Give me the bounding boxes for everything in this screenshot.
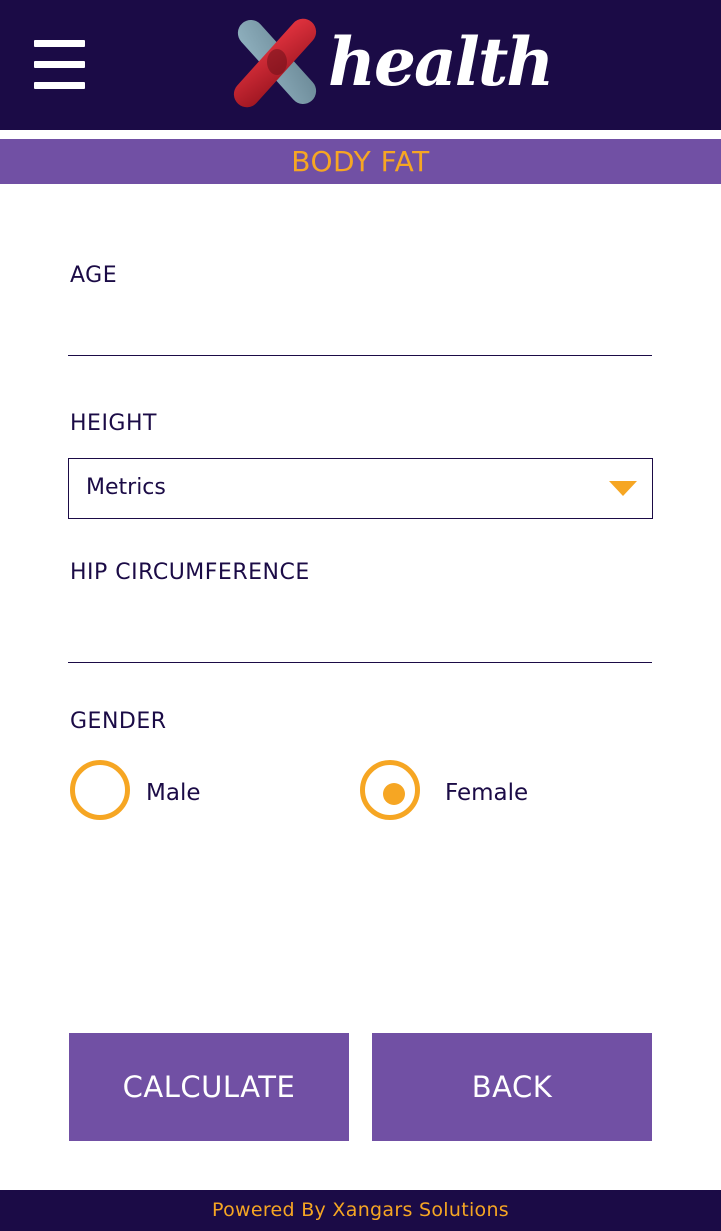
age-input[interactable] — [68, 312, 652, 356]
back-button[interactable]: BACK — [372, 1033, 652, 1141]
calculate-button[interactable]: CALCULATE — [69, 1033, 349, 1141]
gender-option-male[interactable]: Male — [70, 760, 250, 820]
gender-label: GENDER — [70, 709, 167, 734]
hip-circumference-label: HIP CIRCUMFERENCE — [70, 560, 310, 585]
height-label: HEIGHT — [70, 411, 157, 436]
section-title-bar: BODY FAT — [0, 139, 721, 184]
chevron-down-icon — [609, 481, 637, 496]
x-logo-mark-icon — [233, 18, 317, 108]
app-logo: health — [232, 18, 554, 110]
radio-dot-icon — [383, 783, 405, 805]
page-title: BODY FAT — [291, 145, 430, 178]
gender-option-label: Male — [146, 780, 201, 806]
body-fat-screen: health BODY FAT AGE HEIGHT Metrics HIP C… — [0, 0, 721, 1231]
height-unit-select[interactable]: Metrics — [68, 458, 653, 519]
gender-option-label: Female — [445, 780, 529, 806]
app-header: health — [0, 0, 721, 130]
age-label: AGE — [70, 263, 118, 288]
radio-unselected-icon — [70, 760, 130, 820]
logo-wordmark: health — [328, 23, 554, 101]
hip-circumference-input[interactable] — [68, 619, 652, 663]
radio-selected-icon — [360, 760, 420, 820]
gender-option-female[interactable]: Female — [360, 760, 560, 820]
height-unit-selected-value: Metrics — [86, 475, 166, 500]
menu-button[interactable] — [34, 40, 86, 92]
app-footer: Powered By Xangars Solutions — [0, 1190, 721, 1231]
footer-credit: Powered By Xangars Solutions — [212, 1199, 509, 1221]
